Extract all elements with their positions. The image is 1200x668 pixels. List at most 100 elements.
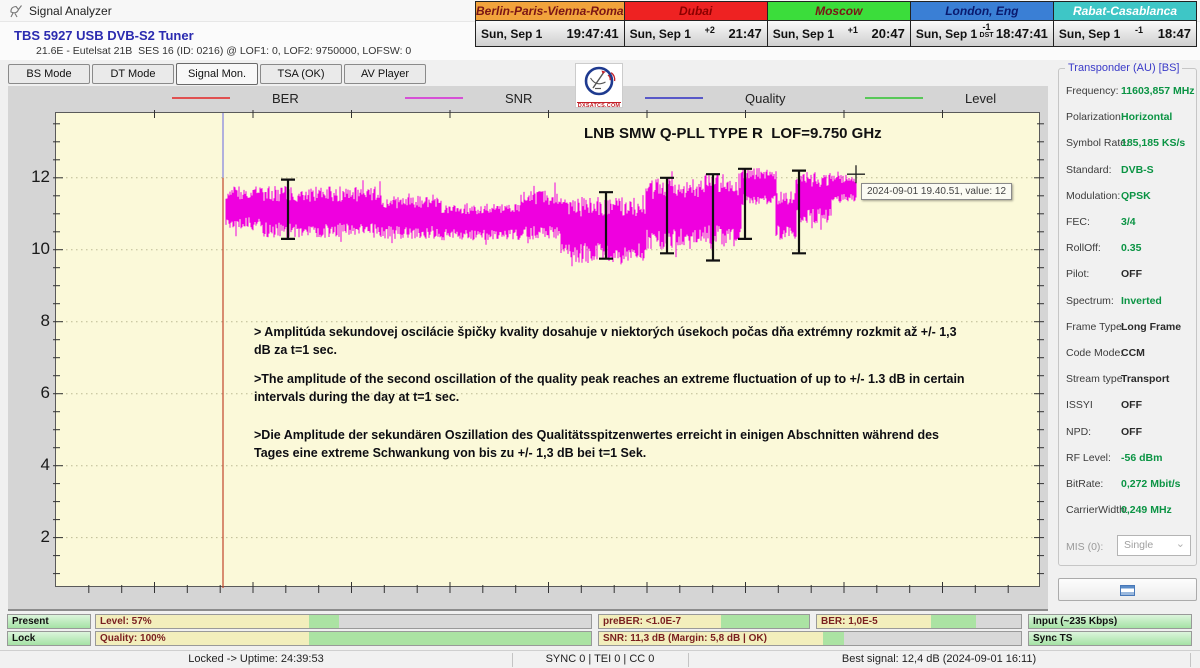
stream-list-button[interactable]	[1058, 578, 1197, 601]
cursor-tooltip: 2024-09-01 19.40.51, value: 12	[861, 183, 1012, 200]
snr-bar: SNR: 11,3 dB (Margin: 5,8 dB | OK)	[598, 631, 1022, 646]
tab-bs-mode[interactable]: BS Mode	[8, 64, 90, 84]
clock-utc-offset: +2	[705, 26, 715, 35]
clock-date: Sun, Sep 1	[481, 27, 542, 41]
transponder-value: Inverted	[1121, 295, 1162, 307]
ber-bar: BER: 1,0E-5	[816, 614, 1022, 629]
lock-indicator: Lock	[7, 631, 91, 646]
y-tick-label: 10	[20, 239, 50, 259]
clock-time: 19:47:41	[567, 26, 619, 41]
dxsatcs-logo-text: DXSATCS.COM	[577, 102, 621, 109]
transponder-value: OFF	[1121, 426, 1142, 438]
legend-line-icon	[865, 97, 923, 99]
transponder-row-standard-: Standard:DVB-S	[1059, 158, 1198, 184]
annotation-sk: > Amplitúda sekundovej oscilácie špičky …	[254, 324, 968, 359]
tab-dt-mode[interactable]: DT Mode	[92, 64, 174, 84]
sync-ts-indicator: Sync TS	[1028, 631, 1192, 646]
transponder-label: Stream type:	[1066, 373, 1126, 385]
transponder-label: BitRate:	[1066, 478, 1103, 490]
tab-bar: BS ModeDT ModeSignal Mon.TSA (OK)AV Play…	[8, 64, 426, 85]
clock-time-row: Sun, Sep 1-1DST18:47:41	[911, 21, 1053, 46]
transponder-row-polarization-: Polarization:Horizontal	[1059, 105, 1198, 131]
transponder-row-symbol-rate-: Symbol Rate:185,185 KS/s	[1059, 131, 1198, 157]
transponder-label: ISSYI	[1066, 399, 1093, 411]
transponder-row-npd-: NPD:OFF	[1059, 420, 1198, 446]
status-sync-counts: SYNC 0 | TEI 0 | CC 0	[512, 651, 688, 668]
transponder-row-rf-level-: RF Level:-56 dBm	[1059, 446, 1198, 472]
transponder-value: DVB-S	[1121, 164, 1154, 176]
clock-time-row: Sun, Sep 1+221:47	[625, 21, 767, 46]
transponder-value: OFF	[1121, 268, 1142, 280]
transponder-label: Symbol Rate:	[1066, 137, 1129, 149]
level-bar-fill-green	[309, 615, 339, 628]
ber-bar-label: BER: 1,0E-5	[821, 615, 878, 628]
transponder-row-issyi: ISSYIOFF	[1059, 393, 1198, 419]
level-bar-label: Level: 57%	[100, 615, 152, 628]
preber-bar-fill-green	[721, 615, 809, 628]
transponder-label: Modulation:	[1066, 190, 1120, 202]
transponder-label: Pilot:	[1066, 268, 1089, 280]
clock-city: Rabat-Casablanca	[1054, 2, 1196, 21]
clock-utc-offset: +1	[848, 26, 858, 35]
clock-time-row: Sun, Sep 1+120:47	[768, 21, 910, 46]
transponder-row-code-mode-: Code Mode:CCM	[1059, 341, 1198, 367]
y-tick-label: 4	[20, 455, 50, 475]
ber-bar-fill-green	[931, 615, 976, 628]
transponder-row-spectrum-: Spectrum: Inverted	[1059, 289, 1198, 315]
dxsatcs-logo: DXSATCS.COM	[575, 63, 623, 108]
clock-city: Berlin-Paris-Vienna-Roma	[476, 2, 624, 21]
transponder-row-bitrate-: BitRate:0,272 Mbit/s	[1059, 472, 1198, 498]
snr-bar-fill-green	[823, 632, 844, 645]
statusbar: Locked -> Uptime: 24:39:53 SYNC 0 | TEI …	[0, 650, 1200, 668]
snr-bar-label: SNR: 11,3 dB (Margin: 5,8 dB | OK)	[603, 632, 767, 645]
transponder-label: Frame Type:	[1066, 321, 1125, 333]
clock-utc-offset: -1DST	[980, 23, 994, 39]
preber-bar: preBER: <1.0E-7	[598, 614, 810, 629]
quality-bar: Quality: 100%	[95, 631, 592, 646]
transponder-row-carrierwidth-: CarrierWidth:0,249 MHz	[1059, 498, 1198, 524]
stream-list-icon	[1120, 585, 1135, 596]
tab-tsa-ok-[interactable]: TSA (OK)	[260, 64, 342, 84]
dxsatcs-logo-icon	[577, 65, 621, 97]
statusbar-divider	[688, 653, 689, 667]
clock-date: Sun, Sep 1	[916, 27, 977, 41]
legend-label: BER	[272, 91, 299, 106]
transponder-label: Frequency:	[1066, 85, 1119, 97]
transponder-row-stream-type-: Stream type:Transport	[1059, 367, 1198, 393]
mis-dropdown[interactable]: Single ⌄	[1117, 535, 1191, 556]
transponder-label: RF Level:	[1066, 452, 1111, 464]
clock-utc-offset: -1	[1135, 26, 1143, 35]
mis-selected-value: Single	[1124, 539, 1153, 551]
y-tick-label: 2	[20, 527, 50, 547]
transponder-value: Transport	[1121, 373, 1169, 385]
transponder-value: 185,185 KS/s	[1121, 137, 1185, 149]
legend-label: Quality	[745, 91, 785, 106]
clock-city: London, Eng	[911, 2, 1053, 21]
satellite-dish-icon	[8, 4, 23, 18]
annotation-en: >The amplitude of the second oscillation…	[254, 371, 968, 406]
clock-time: 20:47	[872, 26, 905, 41]
clock-city: Moscow	[768, 2, 910, 21]
clock-time-row: Sun, Sep 1 19:47:41	[476, 21, 624, 46]
legend-label: Level	[965, 91, 996, 106]
legend-line-icon	[172, 97, 230, 99]
transponder-value: 3/4	[1121, 216, 1136, 228]
transponder-value: 0.35	[1121, 242, 1141, 254]
input-indicator: Input (~235 Kbps)	[1028, 614, 1192, 629]
transponder-value: Long Frame	[1121, 321, 1181, 333]
clock-time: 18:47:41	[996, 26, 1048, 41]
transponder-value: 11603,857 MHz	[1121, 85, 1195, 97]
chevron-down-icon: ⌄	[1176, 535, 1185, 554]
transponder-value: CCM	[1121, 347, 1145, 359]
tab-av-player[interactable]: AV Player	[344, 64, 426, 84]
transponder-label: Spectrum:	[1066, 295, 1114, 307]
clock-date: Sun, Sep 1	[1059, 27, 1120, 41]
signal-chart: BERSNRQualityLevel 24681012 LNB SMW Q-PL…	[8, 86, 1048, 611]
chart-plot-area[interactable]: LNB SMW Q-PLL TYPE R LOF=9.750 GHz > Amp…	[55, 112, 1040, 587]
tab-signal-mon-[interactable]: Signal Mon.	[176, 63, 258, 85]
transponder-label: Polarization:	[1066, 111, 1124, 123]
signal-analyzer-window: Signal Analyzer Berlin-Paris-Vienna-Roma…	[0, 0, 1200, 668]
clock-date: Sun, Sep 1	[630, 27, 691, 41]
tuner-details: 21.6E - Eutelsat 21B SES 16 (ID: 0216) @…	[36, 45, 411, 57]
quality-bar-fill-green	[309, 632, 591, 645]
